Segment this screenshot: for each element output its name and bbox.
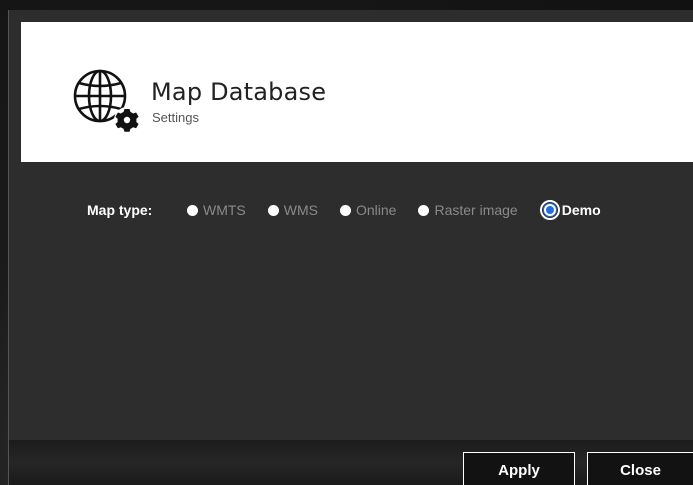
radio-demo[interactable]: Demo xyxy=(539,200,601,220)
radio-button[interactable] xyxy=(267,204,279,216)
radio-label: WMS xyxy=(283,202,318,218)
globe-gear-icon xyxy=(73,69,140,133)
radio-label: Demo xyxy=(561,202,601,218)
radio-wms[interactable]: WMS xyxy=(267,202,318,218)
settings-dialog: Map Database Settings Map type: WMTS WMS… xyxy=(8,10,693,485)
page-subtitle: Settings xyxy=(152,110,199,125)
close-button[interactable]: Close xyxy=(587,452,693,485)
dialog-header: Map Database Settings xyxy=(21,22,693,162)
apply-button[interactable]: Apply xyxy=(463,452,575,485)
dialog-body: Map type: WMTS WMS Online Raster image D… xyxy=(9,162,693,440)
map-type-label: Map type: xyxy=(87,202,153,218)
radio-online[interactable]: Online xyxy=(339,202,397,218)
radio-label: WMTS xyxy=(203,202,246,218)
radio-button[interactable] xyxy=(187,204,198,216)
radio-label: Raster image xyxy=(434,202,518,218)
radio-button[interactable] xyxy=(418,204,430,216)
radio-label: Online xyxy=(355,202,397,218)
radio-button[interactable] xyxy=(339,204,351,216)
radio-button-selected[interactable] xyxy=(539,200,560,220)
page-title: Map Database xyxy=(151,78,327,106)
radio-wmts[interactable]: WMTS xyxy=(187,202,246,218)
dialog-footer: Apply Close xyxy=(9,440,693,485)
radio-raster-image[interactable]: Raster image xyxy=(418,202,518,218)
map-type-row: Map type: WMTS WMS Online Raster image D… xyxy=(87,200,601,220)
